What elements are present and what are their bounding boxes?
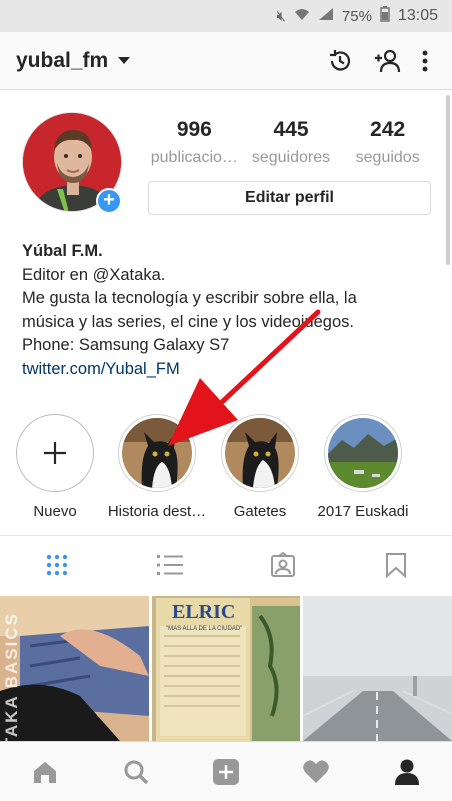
- plus-icon: [44, 442, 66, 464]
- stat-posts[interactable]: 996 publicacio…: [146, 118, 243, 167]
- chevron-down-icon[interactable]: [118, 57, 131, 64]
- bio-line: Phone: Samsung Galaxy S7: [22, 336, 230, 355]
- bookmark-icon: [385, 553, 406, 578]
- cat-thumbnail: [122, 418, 192, 488]
- highlight-label: Historia dest…: [107, 503, 207, 520]
- clock: 13:05: [397, 7, 438, 24]
- highlight-ring: [221, 414, 299, 492]
- profile-view-tabs: [0, 536, 452, 594]
- tab-grid[interactable]: [0, 536, 113, 594]
- profile-bio: Yúbal F.M. Editor en @Xataka. Me gusta l…: [22, 240, 432, 382]
- highlight-label: 2017 Euskadi: [317, 503, 409, 520]
- stat-value: 996: [176, 118, 212, 141]
- tagged-icon: [270, 552, 295, 577]
- scrollbar[interactable]: [446, 95, 450, 265]
- landscape-thumbnail: [328, 418, 398, 488]
- highlight-new[interactable]: Nuevo: [0, 414, 110, 520]
- grid-post[interactable]: [0, 596, 149, 741]
- stat-value: 242: [370, 118, 406, 141]
- highlight-ring: [16, 414, 94, 492]
- stat-label: seguidores: [251, 149, 331, 166]
- posts-grid: ELRIC "MAS ALLA DE LA CIUDAD": [0, 596, 452, 741]
- add-post-icon: [213, 758, 240, 785]
- nav-search[interactable]: [90, 742, 180, 801]
- battery-icon: [380, 6, 390, 26]
- bio-line: Me gusta la tecnología y escribir sobre …: [22, 289, 357, 308]
- battery-percent: 75%: [341, 7, 372, 25]
- grid-post[interactable]: [303, 596, 452, 741]
- nav-profile[interactable]: [362, 742, 452, 801]
- home-icon: [34, 761, 57, 783]
- highlight-label: Nuevo: [33, 503, 77, 520]
- stat-followers[interactable]: 445 seguidores: [243, 118, 340, 167]
- nav-home[interactable]: [0, 742, 90, 801]
- profile-header: yubal_fm: [0, 32, 452, 90]
- stat-following[interactable]: 242 seguidos: [339, 118, 436, 167]
- tab-tagged[interactable]: [226, 536, 339, 594]
- foggy-road-photo: [303, 596, 452, 741]
- history-icon[interactable]: [322, 43, 358, 79]
- highlight-euskadi[interactable]: 2017 Euskadi: [308, 414, 418, 520]
- profile-avatar[interactable]: +: [22, 112, 126, 216]
- bottom-navigation: [0, 741, 452, 801]
- more-vertical-icon[interactable]: [412, 43, 438, 79]
- mute-icon: 🔇︎: [276, 7, 286, 25]
- tab-list[interactable]: [113, 536, 226, 594]
- highlight-ring: [324, 414, 402, 492]
- highlight-ring: [118, 414, 196, 492]
- username-switcher[interactable]: yubal_fm: [16, 49, 108, 73]
- signal-icon: [318, 7, 334, 25]
- comic-title: ELRIC: [172, 601, 235, 623]
- grid-icon: [46, 554, 67, 576]
- add-person-icon[interactable]: [370, 43, 406, 79]
- add-story-badge[interactable]: +: [96, 188, 122, 214]
- highlight-label: Gatetes: [233, 503, 287, 520]
- bio-line: música y las series, el cine y los video…: [22, 312, 354, 331]
- highlight-gatetes[interactable]: Gatetes: [205, 414, 315, 520]
- highlight-historia[interactable]: Historia dest…: [102, 414, 212, 520]
- bio-line: Editor en @Xataka.: [22, 265, 166, 284]
- search-icon: [124, 760, 148, 784]
- stat-label: publicacio…: [150, 149, 238, 166]
- list-icon: [156, 555, 183, 575]
- display-name: Yúbal F.M.: [22, 242, 103, 260]
- wifi-icon: [294, 7, 310, 25]
- cat-photo: [0, 596, 149, 741]
- status-bar: 🔇︎ 75% 13:05: [0, 0, 452, 32]
- heart-icon: [303, 759, 330, 783]
- profile-stats: 996 publicacio… 445 seguidores 242 segui…: [146, 118, 436, 167]
- stat-label: seguidos: [355, 149, 420, 166]
- comic-cover-photo: ELRIC "MAS ALLA DE LA CIUDAD": [151, 596, 301, 741]
- comic-subtitle: "MAS ALLA DE LA CIUDAD": [166, 626, 242, 632]
- profile-icon: [394, 759, 419, 785]
- nav-add-post[interactable]: [181, 742, 271, 801]
- nav-activity[interactable]: [271, 742, 361, 801]
- bio-link[interactable]: twitter.com/Yubal_FM: [22, 358, 432, 382]
- grid-post[interactable]: ELRIC "MAS ALLA DE LA CIUDAD": [151, 596, 301, 741]
- story-highlights: Nuevo Historia dest… Gatetes 2017 Euskad…: [0, 414, 452, 524]
- cat-thumbnail: [225, 418, 295, 488]
- tab-saved[interactable]: [339, 536, 452, 594]
- stat-value: 445: [273, 118, 309, 141]
- edit-profile-button[interactable]: Editar perfil: [148, 181, 431, 215]
